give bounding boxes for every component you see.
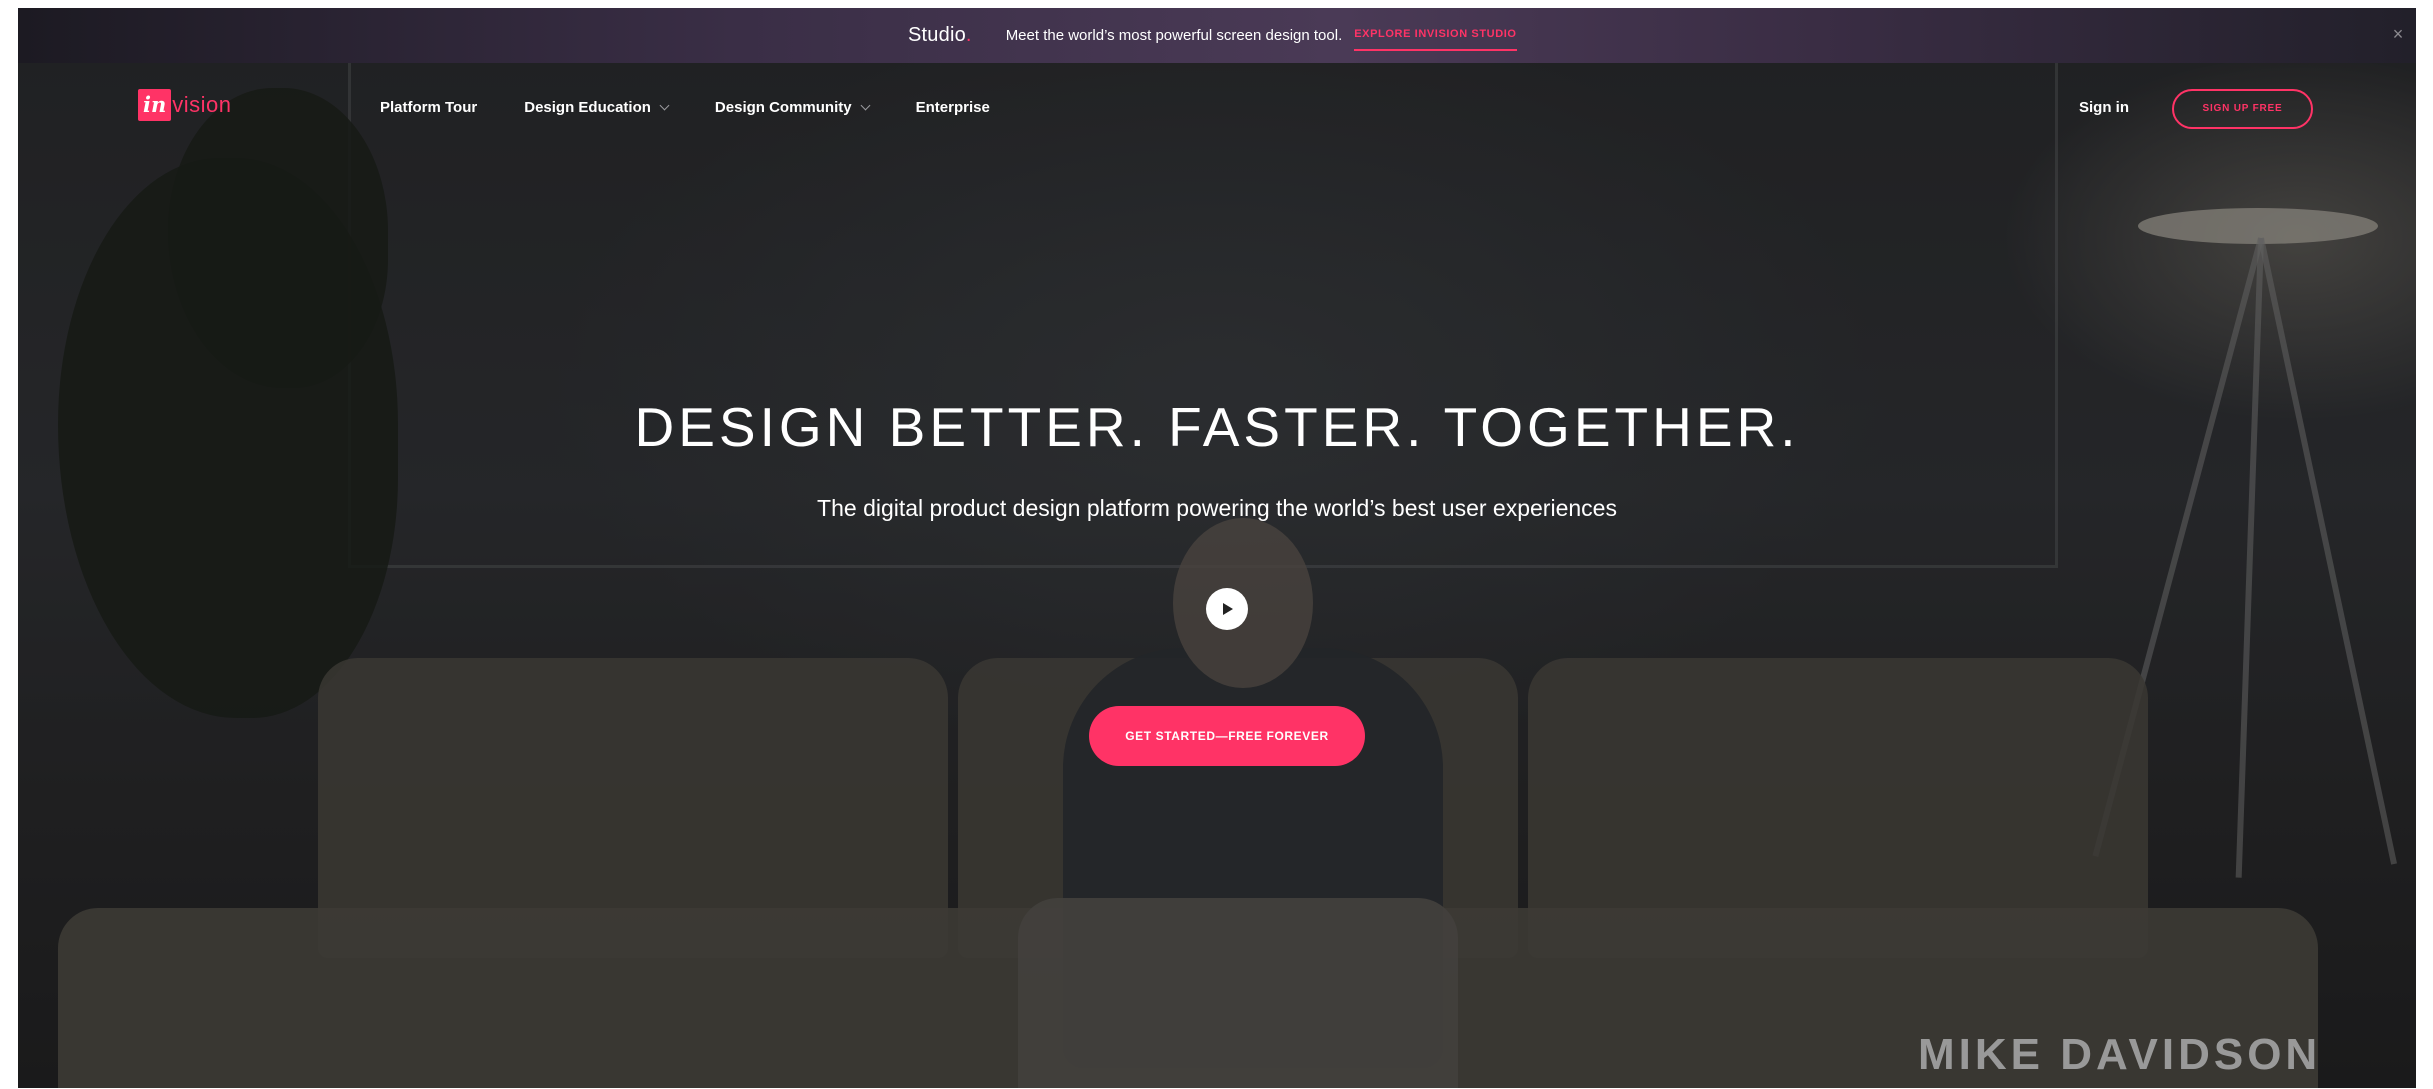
nav-link-platform-tour[interactable]: Platform Tour — [380, 99, 477, 116]
invision-logo[interactable]: in vision — [138, 89, 232, 121]
play-video-button[interactable] — [1206, 588, 1248, 630]
promo-bar: Studio. Meet the world’s most powerful s… — [18, 8, 2416, 63]
logo-mark: in — [138, 89, 172, 121]
nav-link-label: Design Community — [714, 99, 852, 116]
sign-in-link[interactable]: Sign in — [2079, 99, 2129, 116]
close-icon[interactable]: × — [2386, 22, 2410, 46]
get-started-button[interactable]: GET STARTED—FREE FOREVER — [1089, 706, 1365, 766]
nav-link-design-community[interactable]: Design Community — [714, 99, 871, 116]
nav-link-design-education[interactable]: Design Education — [524, 99, 670, 116]
nav-links: Platform Tour Design Education Design Co… — [380, 99, 1037, 116]
promo-message: Meet the world’s most powerful screen de… — [1005, 27, 1343, 44]
explore-studio-link[interactable]: EXPLORE INVISION STUDIO — [1354, 28, 1517, 51]
sign-up-free-button[interactable]: SIGN UP FREE — [2172, 89, 2313, 129]
logo-wordmark: vision — [172, 92, 232, 117]
chevron-down-icon — [659, 100, 670, 111]
studio-logo-text: Studio — [908, 24, 966, 46]
nav-link-label: Enterprise — [915, 99, 990, 116]
chevron-down-icon — [860, 100, 871, 111]
nav-link-label: Platform Tour — [380, 99, 478, 116]
studio-logo: Studio. — [908, 24, 972, 47]
hero-video-frame: Studio. Meet the world’s most powerful s… — [18, 8, 2416, 1088]
hero-title: DESIGN BETTER. FASTER. TOGETHER. — [634, 396, 1800, 458]
promo-content: Studio. Meet the world’s most powerful s… — [908, 8, 1517, 63]
hero-subtitle: The digital product design platform powe… — [817, 495, 1617, 521]
studio-logo-dot: . — [965, 24, 972, 46]
main-nav: in vision Platform Tour Design Education… — [18, 63, 2416, 153]
play-icon — [1223, 603, 1233, 615]
speaker-name: MIKE DAVIDSON — [1918, 1030, 2322, 1079]
nav-link-label: Design Education — [524, 99, 651, 116]
nav-link-enterprise[interactable]: Enterprise — [916, 99, 990, 116]
dark-overlay — [18, 8, 2416, 1088]
